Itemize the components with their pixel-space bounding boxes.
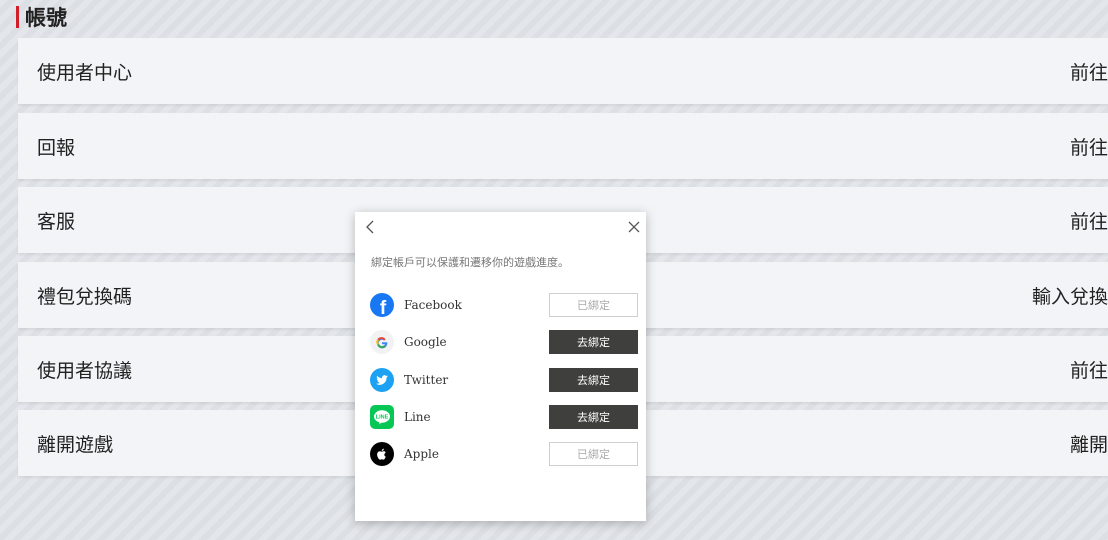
provider-name: Twitter [404,373,449,387]
facebook-bind-button[interactable]: 已綁定 [549,293,638,317]
provider-name: Line [404,410,431,424]
google-bind-button[interactable]: 去綁定 [549,330,638,354]
provider-row-apple: Apple 已綁定 [370,441,638,467]
menu-action[interactable]: 前往 [1070,207,1108,234]
facebook-icon: f [370,293,394,317]
menu-label: 使用者中心 [37,61,133,84]
menu-action[interactable]: 前往 [1070,356,1108,383]
menu-action[interactable]: 前往 [1070,133,1108,160]
close-icon[interactable] [627,220,641,234]
section-title: 帳號 [25,6,67,30]
section-header: 帳號 [16,4,67,30]
google-icon [370,330,394,354]
menu-label: 回報 [37,136,76,159]
menu-label: 離開遊戲 [37,433,114,456]
svg-text:LINE: LINE [376,415,389,421]
provider-name: Apple [404,447,439,461]
apple-icon [370,442,394,466]
menu-action[interactable]: 離開 [1070,430,1108,457]
provider-row-google: Google 去綁定 [370,329,638,355]
bind-account-dialog: 綁定帳戶可以保護和遷移你的遊戲進度。 f Facebook 已綁定 Google… [355,212,646,521]
twitter-bind-button[interactable]: 去綁定 [549,368,638,392]
provider-row-line: LINE Line 去綁定 [370,404,638,430]
menu-action[interactable]: 輸入兌換 [1032,282,1108,309]
apple-bind-button[interactable]: 已綁定 [549,442,638,466]
menu-label: 客服 [37,210,76,233]
menu-action[interactable]: 前往 [1070,58,1108,85]
menu-row-user-center[interactable]: 使用者中心 前往 [18,38,1108,104]
provider-name: Facebook [404,298,462,312]
menu-label: 使用者協議 [37,359,133,382]
line-icon: LINE [370,405,394,429]
menu-label: 禮包兌換碼 [37,285,133,308]
provider-row-facebook: f Facebook 已綁定 [370,292,638,318]
section-accent-bar [16,6,19,28]
twitter-icon [370,368,394,392]
line-bind-button[interactable]: 去綁定 [549,405,638,429]
provider-row-twitter: Twitter 去綁定 [370,367,638,393]
dialog-description: 綁定帳戶可以保護和遷移你的遊戲進度。 [371,256,569,269]
svg-text:f: f [380,298,387,317]
provider-name: Google [404,335,447,349]
back-chevron-icon[interactable] [363,219,379,235]
menu-row-report[interactable]: 回報 前往 [18,113,1108,179]
